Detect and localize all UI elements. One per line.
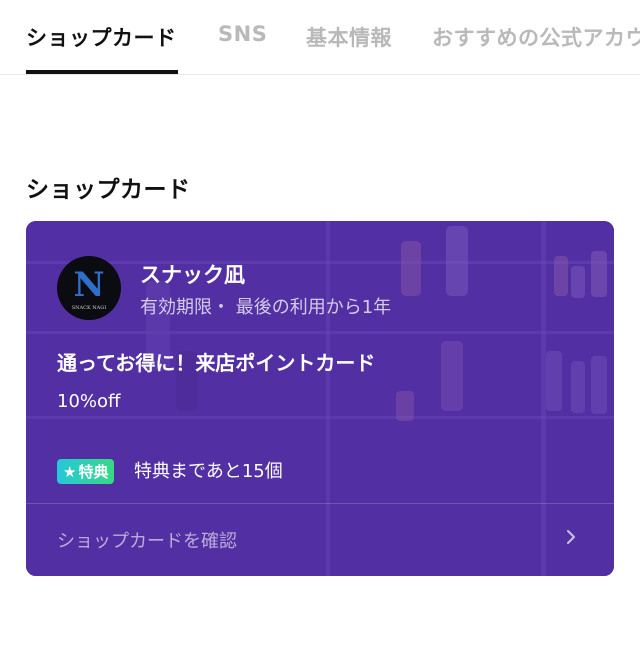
card-title: 通ってお得に！来店ポイントカード (57, 351, 376, 375)
confirm-shop-card-link[interactable]: ショップカードを確認 (57, 527, 237, 553)
reward-badge: ★ 特典 (57, 459, 115, 484)
section-title: ショップカード (26, 177, 191, 203)
reward-badge-label: 特典 (78, 463, 109, 481)
discount-text: 10%off (57, 391, 121, 412)
tab-shop-card[interactable]: ショップカード (26, 22, 177, 52)
shop-name: スナック凪 (140, 263, 245, 287)
tab-sns[interactable]: SNS (218, 22, 267, 46)
card-divider (26, 503, 614, 504)
shop-card[interactable]: N SNACK NAGI スナック凪 有効期限・ 最後の利用から1年 通ってお得… (26, 221, 614, 576)
tab-bar: ショップカード SNS 基本情報 おすすめの公式アカウント (0, 0, 640, 75)
active-tab-indicator (26, 70, 178, 74)
validity-period: 有効期限・ 最後の利用から1年 (140, 297, 392, 318)
chevron-right-icon[interactable] (564, 528, 578, 546)
shop-logo: N SNACK NAGI (57, 256, 121, 320)
logo-caption: SNACK NAGI (72, 305, 107, 311)
logo-letter: N (73, 265, 104, 305)
star-icon: ★ (63, 462, 77, 481)
tab-recommended-accounts[interactable]: おすすめの公式アカウント (432, 22, 640, 52)
tab-basic-info[interactable]: 基本情報 (306, 22, 392, 52)
reward-remaining: 特典まであと15個 (134, 461, 283, 482)
